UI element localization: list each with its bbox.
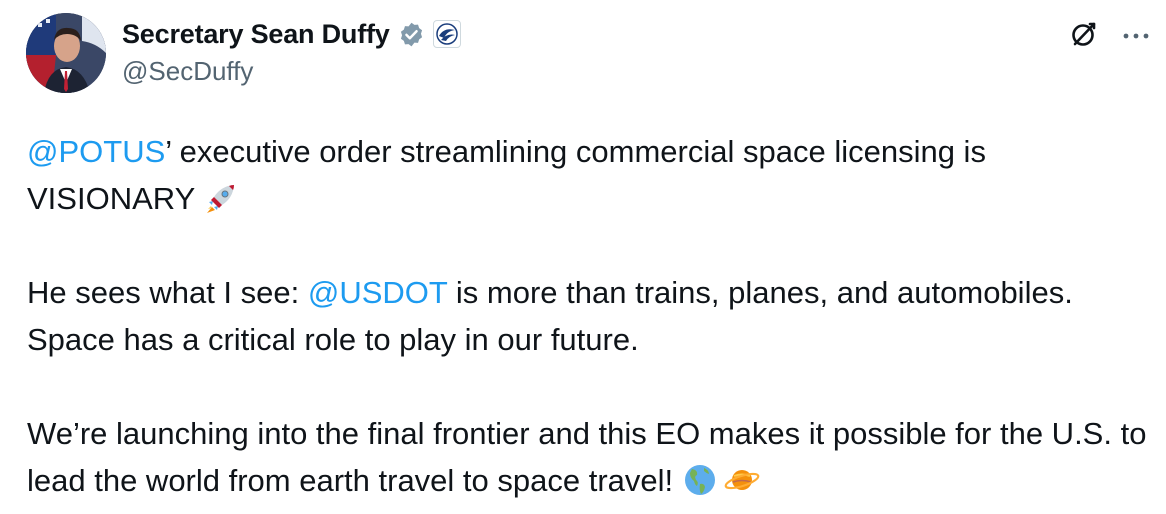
grok-icon (1069, 19, 1099, 54)
tweet-paragraph-3: We’re launching into the final frontier … (27, 410, 1147, 504)
tweet-paragraph-2: He sees what I see: @USDOT is more than … (27, 269, 1147, 363)
paragraph-3-text: We’re launching into the final frontier … (27, 416, 1147, 498)
ringed-planet-emoji (724, 462, 760, 498)
globe-americas-emoji (682, 462, 718, 498)
more-options-button[interactable] (1114, 18, 1158, 54)
tweet-paragraph-1: @POTUS’ executive order streamlining com… (27, 128, 1147, 222)
avatar[interactable] (26, 13, 106, 93)
mention-potus[interactable]: @POTUS (27, 134, 165, 169)
verified-badge-icon[interactable] (398, 21, 425, 48)
tweet-body: @POTUS’ executive order streamlining com… (27, 128, 1147, 504)
tweet: Secretary Sean Duffy @SecDuffy @POTUS’ e… (0, 0, 1166, 514)
paragraph-2-lead: He sees what I see: (27, 275, 308, 310)
display-name[interactable]: Secretary Sean Duffy (122, 19, 390, 50)
author-handle[interactable]: @SecDuffy (122, 56, 253, 87)
grok-button[interactable] (1066, 18, 1102, 54)
more-icon (1121, 27, 1151, 45)
paragraph-1-text: ’ executive order streamlining commercia… (27, 134, 986, 216)
author-name-row: Secretary Sean Duffy (122, 15, 461, 53)
mention-usdot[interactable]: @USDOT (308, 275, 447, 310)
usdot-affiliation-icon[interactable] (432, 20, 461, 48)
rocket-emoji (203, 180, 239, 216)
